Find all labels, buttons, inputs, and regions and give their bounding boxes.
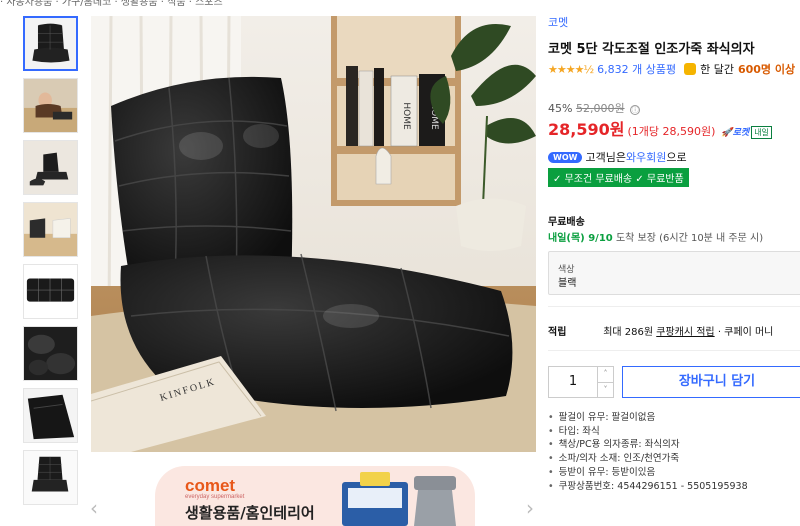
cash-link[interactable]: 쿠팡캐시 적립: [656, 327, 714, 338]
quantity-buttons: ˄ ˅: [597, 367, 613, 397]
sold-count: 600명 이상: [737, 63, 796, 76]
add-to-cart-button[interactable]: 장바구니 담기: [622, 366, 800, 398]
brand-link[interactable]: 코멧: [548, 14, 568, 30]
product-title: 코멧 5단 각도조절 인조가죽 좌식의자: [548, 42, 755, 57]
cash-reward-row: 적립 최대 286원 쿠팡캐시 적립 · 쿠페이 머니: [548, 323, 773, 338]
cash-label: 적립: [548, 327, 567, 338]
ad-banner[interactable]: comet everyday supermarket 생활용품/홈인테리어: [155, 466, 475, 526]
review-count-link[interactable]: 6,832 개 상품평: [597, 61, 676, 77]
wow-row: WOW 고객님은 와우회원 으로: [548, 149, 687, 165]
divider-2: [548, 350, 800, 351]
stool-image: [414, 476, 456, 526]
thumbs-up-icon: [684, 63, 697, 75]
thumbnail-6[interactable]: [23, 326, 78, 381]
quantity-input[interactable]: 1: [549, 367, 597, 397]
price-row: 28,590원 (1개당 28,590원) 🚀로켓 내일: [548, 116, 772, 140]
spec-item: 등받이 유무: 등받이있음: [548, 466, 748, 480]
delivery-row: 내일(목) 9/10 도착 보장 (6시간 10분 내 주문 시): [548, 229, 763, 244]
top-category-strip: · 자동차용품 · 가구/홈데코 · 생활용품 · 식품 · 스포츠: [0, 0, 223, 8]
thumbnail-7[interactable]: [23, 388, 78, 443]
quantity-up-icon[interactable]: ˄: [598, 367, 613, 382]
tissue-pack-image: [342, 472, 408, 526]
cash-suffix: · 쿠페이 머니: [717, 327, 774, 338]
wow-badge: WOW: [548, 151, 583, 163]
unit-price: (1개당 28,590원): [627, 125, 716, 138]
wow-member-link[interactable]: 와우회원: [626, 149, 666, 165]
spec-item: 소파/의자 소재: 인조/천연가죽: [548, 452, 748, 466]
rating-stars-icon: ★★★★½: [548, 62, 594, 76]
info-icon[interactable]: ⓘ: [630, 105, 641, 115]
spec-item: 팔걸이 유무: 팔걸이없음: [548, 411, 748, 425]
delivery-note: (6시간 10분 내 주문 시): [659, 233, 764, 244]
thumbnail-1[interactable]: [23, 16, 78, 71]
rocket-day-badge: 내일: [751, 126, 772, 139]
spec-item: 책상/PC용 의자종류: 좌식의자: [548, 438, 748, 452]
spec-item: 쿠팡상품번호: 4544296151 - 5505195938: [548, 480, 748, 494]
thumbnail-8[interactable]: [23, 450, 78, 505]
quantity-stepper[interactable]: 1 ˄ ˅: [548, 366, 614, 398]
thumbnail-2[interactable]: [23, 78, 78, 133]
thumbnail-4[interactable]: [23, 202, 78, 257]
cash-amount: 최대 286원: [603, 327, 654, 338]
free-shipping-badge: ✓ 무조건 무료배송 ✓ 무료반품: [548, 168, 689, 187]
discount-rate: 45%: [548, 102, 573, 115]
option-value: 블랙: [558, 278, 577, 289]
product-info-panel: 코멧 코멧 5단 각도조절 인조가죽 좌식의자 ★★★★½ 6,832 개 상품…: [548, 0, 800, 526]
product-page: · 자동차용품 · 가구/홈데코 · 생활용품 · 식품 · 스포츠 HOME …: [0, 0, 800, 526]
next-arrow-icon[interactable]: ›: [526, 496, 534, 520]
sale-price: 28,590원: [548, 120, 625, 139]
rating-row: ★★★★½ 6,832 개 상품평 한 달간 600명 이상: [548, 61, 795, 77]
quantity-down-icon[interactable]: ˅: [598, 381, 613, 398]
wow-text-prefix: 고객님은: [585, 151, 626, 164]
banner-title: 생활용품/홈인테리어: [185, 504, 315, 522]
delivery-day: 내일(목) 9/10: [548, 233, 613, 244]
wow-text-suffix: 으로: [666, 151, 687, 164]
banner-logo: comet everyday supermarket: [185, 476, 245, 500]
spec-list: 팔걸이 유무: 팔걸이없음 타입: 좌식 책상/PC용 의자종류: 좌식의자 소…: [548, 411, 748, 493]
original-price: 52,000원: [575, 102, 625, 115]
rocket-delivery-badge: 🚀로켓: [721, 128, 750, 138]
book-spine-home: HOME: [401, 102, 411, 130]
divider: [548, 306, 800, 307]
thumbnail-list: [23, 16, 79, 512]
thumbnail-5[interactable]: [23, 264, 78, 319]
spec-item: 타입: 좌식: [548, 425, 748, 439]
discount-row: 45% 52,000원 ⓘ: [548, 100, 641, 116]
color-option-select[interactable]: 색상 블랙: [548, 251, 800, 295]
delivery-section-label: 무료배송: [548, 217, 585, 228]
thumbnail-3[interactable]: [23, 140, 78, 195]
main-product-image[interactable]: HOME HOME KINFOLK: [91, 16, 536, 452]
sold-label: 한 달간: [700, 63, 734, 76]
delivery-guarantee: 도착 보장: [615, 233, 656, 244]
prev-arrow-icon[interactable]: ‹: [90, 496, 98, 520]
